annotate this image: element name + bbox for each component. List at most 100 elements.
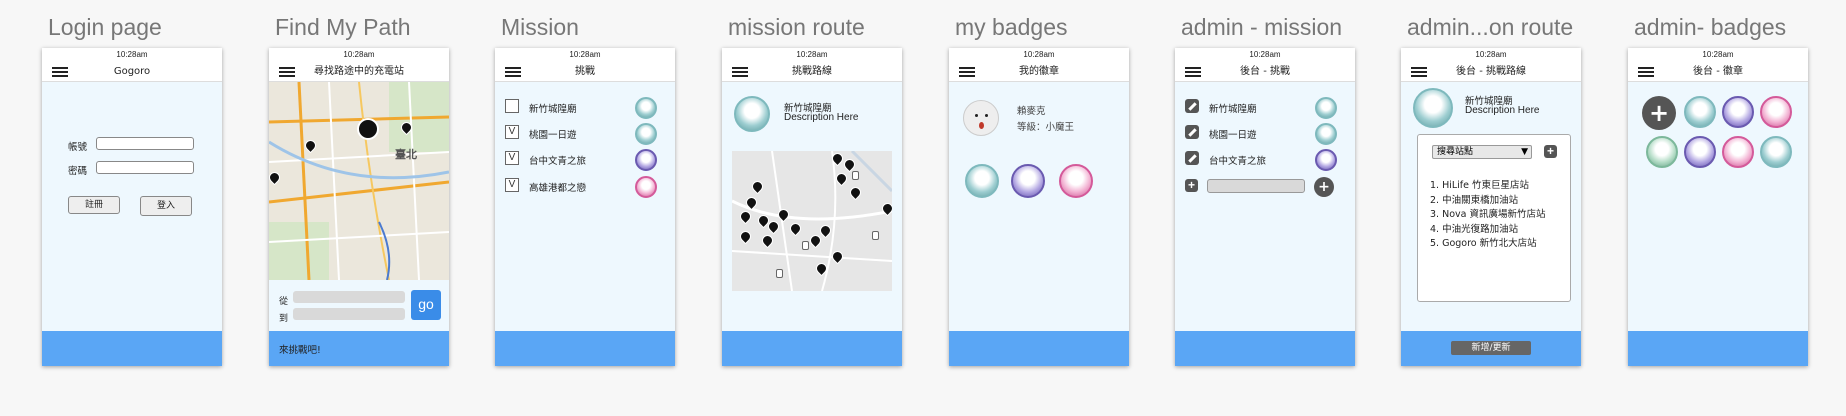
badge-icon[interactable] xyxy=(1722,96,1754,128)
mission-label[interactable]: 桃園一日遊 xyxy=(1209,127,1257,141)
add-station-button[interactable]: + xyxy=(1544,145,1557,158)
add-icon[interactable]: + xyxy=(1185,179,1198,192)
mission-badge-icon xyxy=(1315,97,1337,119)
badge-icon[interactable] xyxy=(1011,164,1045,198)
status-time: 10:28am xyxy=(269,48,449,62)
status-time: 10:28am xyxy=(1401,48,1581,62)
menu-icon[interactable] xyxy=(279,67,295,77)
badge-icon[interactable] xyxy=(1684,96,1716,128)
mission-label[interactable]: 高雄港都之戀 xyxy=(529,180,586,194)
badge-icon[interactable] xyxy=(1760,136,1792,168)
list-item[interactable]: 4. 中油光復路加油站 xyxy=(1430,223,1545,238)
badge-icon[interactable] xyxy=(1722,136,1754,168)
badge-icon[interactable] xyxy=(965,164,999,198)
register-button[interactable]: 註冊 xyxy=(68,196,120,214)
login-button[interactable]: 登入 xyxy=(140,196,192,216)
map-view[interactable]: 臺北 xyxy=(269,82,449,280)
account-label: 帳號 xyxy=(68,142,88,153)
add-badge-button[interactable]: + xyxy=(1642,96,1676,130)
mission-label[interactable]: 台中文青之旅 xyxy=(1209,153,1266,167)
screen-title: Login page xyxy=(48,14,162,40)
new-mission-input[interactable] xyxy=(1207,179,1305,193)
mission-label[interactable]: 桃園一日遊 xyxy=(529,127,577,141)
charging-station-icon[interactable] xyxy=(357,118,379,140)
go-button[interactable]: go xyxy=(411,290,441,320)
status-time: 10:28am xyxy=(949,48,1129,62)
menu-icon[interactable] xyxy=(505,67,521,77)
mission-checkbox[interactable]: V xyxy=(505,178,519,192)
edit-icon[interactable] xyxy=(1185,125,1199,139)
menu-icon[interactable] xyxy=(1185,67,1201,77)
mission-checkbox[interactable] xyxy=(505,99,519,113)
mission-badge-icon xyxy=(635,123,657,145)
mission-label[interactable]: 新竹城隍廟 xyxy=(529,101,577,115)
user-level: 等級：小魔王 xyxy=(1017,122,1075,133)
menu-icon[interactable] xyxy=(959,67,975,77)
list-item[interactable]: 2. 中油關東橋加油站 xyxy=(1430,194,1545,209)
phone-frame: 10:28am 後台 - 挑戰路線 新竹城隍廟 Description Here… xyxy=(1401,48,1581,366)
account-input[interactable] xyxy=(96,137,194,150)
phone-frame: 10:28am 後台 - 徽章 + xyxy=(1628,48,1808,366)
map-roads xyxy=(732,151,892,291)
phone-frame: 10:28am 後台 - 挑戰 新竹城隍廟 桃園一日遊 台中文青之旅 + + xyxy=(1175,48,1355,366)
screen-title: Find My Path xyxy=(275,14,411,40)
screen-title: Mission xyxy=(501,14,579,40)
footer-bar xyxy=(495,331,675,366)
mission-description: Description Here xyxy=(784,112,859,123)
list-item[interactable]: 3. Nova 資訊廣場新竹店站 xyxy=(1430,208,1545,223)
mission-checkbox[interactable]: V xyxy=(505,125,519,139)
bus-stop-icon xyxy=(852,171,859,180)
badge-icon[interactable] xyxy=(1760,96,1792,128)
menu-icon[interactable] xyxy=(1411,67,1427,77)
status-time: 10:28am xyxy=(1628,48,1808,62)
password-label: 密碼 xyxy=(68,166,88,177)
phone-frame: 10:28am 挑戰路線 新竹城隍廟 Description Here xyxy=(722,48,902,366)
badge-icon[interactable] xyxy=(1684,136,1716,168)
station-search-select[interactable]: 搜尋站點 ▼ xyxy=(1432,145,1532,159)
edit-icon[interactable] xyxy=(1185,151,1199,165)
footer-bar xyxy=(1628,331,1808,366)
footer-text: 來挑戰吧! xyxy=(279,345,321,356)
password-input[interactable] xyxy=(96,161,194,174)
phone-frame: 10:28am 我的徽章 賴麥克 等級：小魔王 xyxy=(949,48,1129,366)
nav-title: 後台 - 挑戰 xyxy=(1240,66,1290,77)
add-mission-button[interactable]: + xyxy=(1314,177,1334,197)
mission-badge-icon xyxy=(734,96,770,132)
nav-title: 後台 - 挑戰路線 xyxy=(1456,66,1526,77)
map-city-label: 臺北 xyxy=(395,148,417,161)
search-select-label: 搜尋站點 xyxy=(1437,147,1474,157)
to-input[interactable] xyxy=(293,308,405,320)
phone-frame: 10:28am 挑戰 新竹城隍廟 V 桃園一日遊 V 台中文青之旅 V 高雄港都… xyxy=(495,48,675,366)
nav-title: Gogoro xyxy=(113,66,151,77)
list-item[interactable]: 5. Gogoro 新竹北大店站 xyxy=(1430,237,1545,252)
nav-bar: 後台 - 徽章 xyxy=(1628,62,1808,82)
mission-checkbox[interactable]: V xyxy=(505,151,519,165)
station-list: 1. HiLife 竹東巨星店站 2. 中油關東橋加油站 3. Nova 資訊廣… xyxy=(1430,179,1545,252)
to-label: 到 xyxy=(279,314,289,324)
map-roads xyxy=(269,82,449,280)
mission-badge-icon xyxy=(635,97,657,119)
mission-badge-icon xyxy=(1315,123,1337,145)
route-map[interactable] xyxy=(732,151,892,291)
menu-icon[interactable] xyxy=(52,67,68,77)
mission-label[interactable]: 台中文青之旅 xyxy=(529,153,586,167)
status-time: 10:28am xyxy=(722,48,902,62)
menu-icon[interactable] xyxy=(732,67,748,77)
mission-label[interactable]: 新竹城隍廟 xyxy=(1209,101,1257,115)
badge-icon[interactable] xyxy=(1059,164,1093,198)
menu-icon[interactable] xyxy=(1638,67,1654,77)
nav-bar: 後台 - 挑戰路線 xyxy=(1401,62,1581,82)
mission-badge-icon xyxy=(635,176,657,198)
badge-icon[interactable] xyxy=(1646,136,1678,168)
from-label: 從 xyxy=(279,297,289,307)
mission-badge-icon xyxy=(635,149,657,171)
footer-bar xyxy=(1175,331,1355,366)
list-item[interactable]: 1. HiLife 竹東巨星店站 xyxy=(1430,179,1545,194)
edit-icon[interactable] xyxy=(1185,99,1199,113)
from-input[interactable] xyxy=(293,291,405,303)
footer-bar xyxy=(42,331,222,366)
bus-stop-icon xyxy=(872,231,879,240)
mockup-board: Login page 10:28am Gogoro 帳號 密碼 註冊 登入 Fi… xyxy=(0,0,1846,416)
submit-button[interactable]: 新增/更新 xyxy=(1451,341,1531,355)
nav-bar: 我的徽章 xyxy=(949,62,1129,82)
